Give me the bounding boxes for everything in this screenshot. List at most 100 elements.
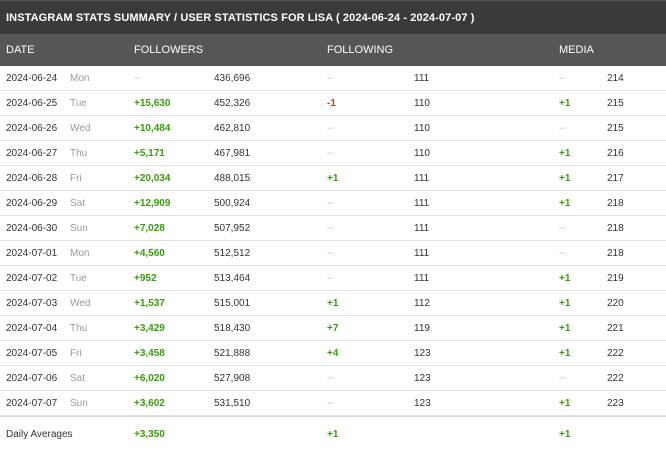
following-total-cell: 119 xyxy=(414,323,430,334)
daily-averages-row: Daily Averages +3,350 +1 +1 xyxy=(0,416,666,449)
followers-change-cell: +5,171 xyxy=(134,148,165,159)
date-cell: 2024-07-06 xyxy=(6,373,58,384)
following-change-cell: +1 xyxy=(327,298,339,309)
followers-total-cell: 512,512 xyxy=(214,248,251,259)
table-row: 2024-07-03 Wed +1,537 515,001 +1 112 +1 … xyxy=(0,291,666,316)
day-cell: Tue xyxy=(70,98,87,109)
table-row: 2024-06-25 Tue +15,630 452,326 -1 110 +1… xyxy=(0,91,666,116)
media-change-cell: +1 xyxy=(559,323,571,334)
media-change-cell: -- xyxy=(559,73,566,84)
table-row: 2024-06-28 Fri +20,034 488,015 +1 111 +1… xyxy=(0,166,666,191)
followers-total-cell: 531,510 xyxy=(214,398,251,409)
table-row: 2024-06-29 Sat +12,909 500,924 -- 111 +1… xyxy=(0,191,666,216)
followers-total-cell: 452,326 xyxy=(214,98,251,109)
followers-change-cell: +952 xyxy=(134,273,157,284)
followers-change-cell: +20,034 xyxy=(134,173,171,184)
media-total-cell: 218 xyxy=(607,198,624,209)
avg-following-change: +1 xyxy=(327,429,339,440)
day-cell: Tue xyxy=(70,273,87,284)
media-total-cell: 219 xyxy=(607,273,624,284)
followers-total-cell: 527,908 xyxy=(214,373,251,384)
followers-change-cell: -- xyxy=(134,73,141,84)
date-cell: 2024-06-30 xyxy=(6,223,58,234)
followers-change-cell: +4,560 xyxy=(134,248,165,259)
table-row: 2024-07-07 Sun +3,602 531,510 -- 123 +1 … xyxy=(0,391,666,416)
followers-total-cell: 521,888 xyxy=(214,348,251,359)
following-change-cell: -- xyxy=(327,73,334,84)
following-total-cell: 123 xyxy=(414,398,431,409)
table-row: 2024-07-05 Fri +3,458 521,888 +4 123 +1 … xyxy=(0,341,666,366)
followers-total-cell: 467,981 xyxy=(214,148,251,159)
table-row: 2024-07-01 Mon +4,560 512,512 -- 111 -- … xyxy=(0,241,666,266)
page-title: INSTAGRAM STATS SUMMARY / USER STATISTIC… xyxy=(0,0,666,34)
following-change-cell: -- xyxy=(327,273,334,284)
date-cell: 2024-06-28 xyxy=(6,173,58,184)
following-change-cell: +1 xyxy=(327,173,339,184)
following-change-cell: -- xyxy=(327,373,334,384)
avg-media-change: +1 xyxy=(559,429,571,440)
table-row: 2024-07-04 Thu +3,429 518,430 +7 119 +1 … xyxy=(0,316,666,341)
followers-total-cell: 436,696 xyxy=(214,73,251,84)
followers-total-cell: 515,001 xyxy=(214,298,251,309)
followers-change-cell: +12,909 xyxy=(134,198,171,209)
following-change-cell: -- xyxy=(327,123,334,134)
table-row: 2024-06-30 Sun +7,028 507,952 -- 111 -- … xyxy=(0,216,666,241)
followers-change-cell: +3,458 xyxy=(134,348,165,359)
date-cell: 2024-07-02 xyxy=(6,273,58,284)
date-cell: 2024-06-24 xyxy=(6,73,58,84)
media-total-cell: 222 xyxy=(607,373,624,384)
date-cell: 2024-07-01 xyxy=(6,248,58,259)
following-total-cell: 111 xyxy=(414,198,430,209)
day-cell: Sat xyxy=(70,198,86,209)
following-change-cell: +4 xyxy=(327,348,339,359)
day-cell: Wed xyxy=(70,298,91,309)
media-total-cell: 216 xyxy=(607,148,624,159)
day-cell: Fri xyxy=(70,348,82,359)
daily-averages-label: Daily Averages xyxy=(6,429,73,440)
media-change-cell: -- xyxy=(559,223,566,234)
followers-total-cell: 462,810 xyxy=(214,123,251,134)
date-cell: 2024-07-04 xyxy=(6,323,58,334)
media-change-cell: -- xyxy=(559,373,566,384)
following-change-cell: -1 xyxy=(327,98,336,109)
media-total-cell: 222 xyxy=(607,348,624,359)
media-total-cell: 215 xyxy=(607,98,624,109)
following-total-cell: 123 xyxy=(414,348,431,359)
following-total-cell: 111 xyxy=(414,248,430,259)
column-header-followers: FOLLOWERS xyxy=(134,44,204,56)
date-cell: 2024-06-26 xyxy=(6,123,58,134)
date-cell: 2024-07-07 xyxy=(6,398,58,409)
day-cell: Fri xyxy=(70,173,82,184)
following-total-cell: 110 xyxy=(414,98,430,109)
media-total-cell: 220 xyxy=(607,298,624,309)
followers-change-cell: +3,602 xyxy=(134,398,165,409)
table-row: 2024-06-26 Wed +10,484 462,810 -- 110 --… xyxy=(0,116,666,141)
followers-total-cell: 507,952 xyxy=(214,223,251,234)
table-row: 2024-06-24 Mon -- 436,696 -- 111 -- 214 xyxy=(0,66,666,91)
media-change-cell: +1 xyxy=(559,398,571,409)
media-change-cell: +1 xyxy=(559,98,571,109)
column-header-media: MEDIA xyxy=(559,44,594,56)
media-change-cell: -- xyxy=(559,123,566,134)
followers-change-cell: +10,484 xyxy=(134,123,171,134)
day-cell: Sat xyxy=(70,373,86,384)
day-cell: Thu xyxy=(70,148,88,159)
following-change-cell: +7 xyxy=(327,323,339,334)
following-total-cell: 111 xyxy=(414,173,430,184)
media-total-cell: 218 xyxy=(607,223,624,234)
followers-change-cell: +7,028 xyxy=(134,223,165,234)
avg-followers-change: +3,350 xyxy=(134,429,165,440)
media-total-cell: 215 xyxy=(607,123,624,134)
media-change-cell: +1 xyxy=(559,198,571,209)
media-change-cell: +1 xyxy=(559,298,571,309)
followers-change-cell: +6,020 xyxy=(134,373,165,384)
media-total-cell: 217 xyxy=(607,173,624,184)
followers-total-cell: 518,430 xyxy=(214,323,251,334)
followers-total-cell: 500,924 xyxy=(214,198,251,209)
day-cell: Thu xyxy=(70,323,88,334)
column-header-following: FOLLOWING xyxy=(327,44,394,56)
following-total-cell: 111 xyxy=(414,223,430,234)
media-total-cell: 221 xyxy=(607,323,624,334)
date-cell: 2024-06-29 xyxy=(6,198,58,209)
media-change-cell: +1 xyxy=(559,348,571,359)
